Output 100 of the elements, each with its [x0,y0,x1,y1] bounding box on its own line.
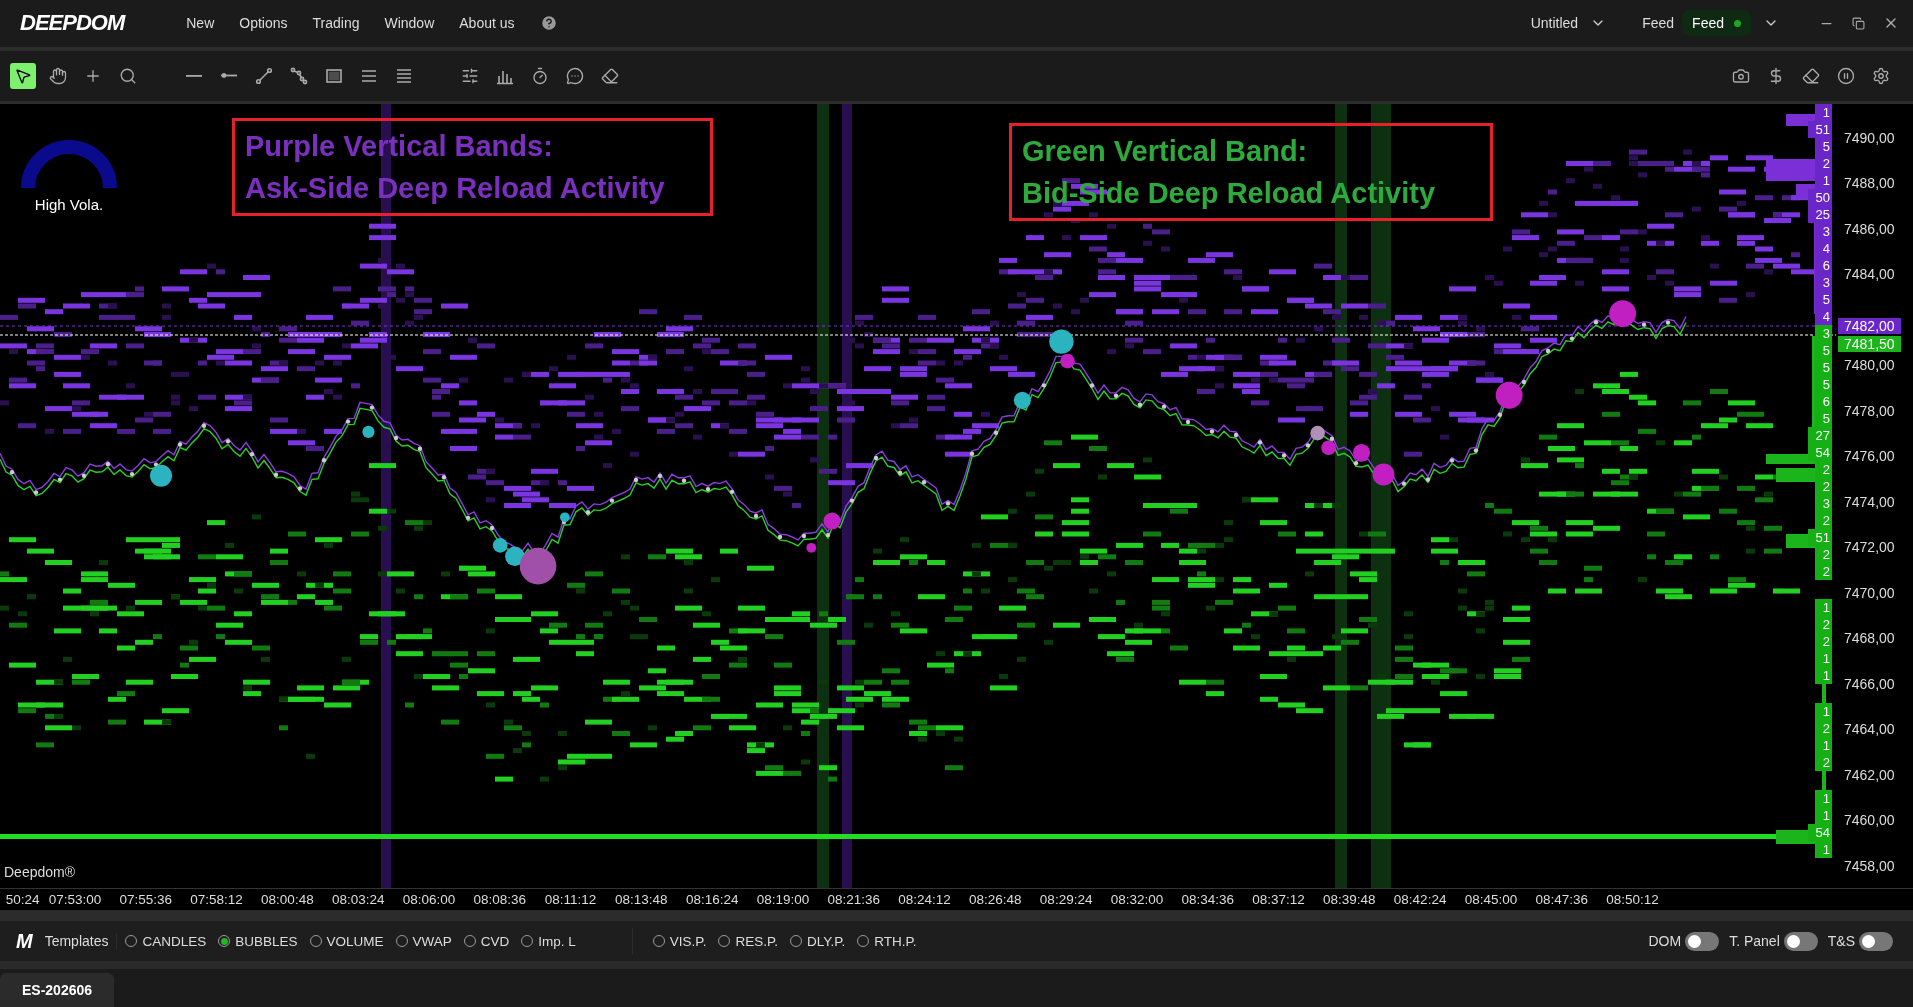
time-label: 08:42:24 [1392,891,1448,907]
volatility-gauge-icon [21,139,117,188]
time-label: 08:50:12 [1605,891,1660,907]
menu-item[interactable]: Window [384,15,435,32]
price-label: 7486,00 [1844,220,1895,237]
time-label: 08:29:24 [1038,891,1094,907]
trend-line-icon [255,66,273,85]
app-logo: DEEPDOM [20,10,125,37]
trade-bubble [1310,425,1325,440]
path-tool-icon [290,66,308,85]
radio-option[interactable]: CANDLES [125,933,207,949]
restore-icon[interactable] [1852,16,1865,30]
price-label: 7478,00 [1844,402,1895,419]
radio-option[interactable]: DLY.P. [789,933,846,949]
help-icon[interactable] [539,14,558,33]
radio-option[interactable]: Imp. L [521,933,576,949]
trade-bubble [806,542,817,553]
price-label: 7462,00 [1844,766,1895,783]
trade-bubble [1013,391,1031,409]
toggle-switch[interactable] [1859,931,1893,951]
tab[interactable]: ES-202606 [0,973,114,1007]
toggle-label: T&S [1827,933,1855,950]
time-label: 08:08:36 [472,891,528,907]
bid-price-badge: 7481,50 [1838,335,1901,352]
trade-bubble [1609,299,1637,327]
horizontal-line-icon [186,74,202,77]
menu-item[interactable]: New [186,15,215,32]
time-label: 08:19:00 [755,891,811,907]
radio-option[interactable]: RES.P. [718,933,778,949]
search-icon [119,66,137,85]
menu-item[interactable]: About us [459,15,515,32]
price-label: 7484,00 [1844,266,1895,282]
time-label: 07:58:12 [189,891,244,907]
comment-icon [566,66,584,85]
eraser-icon [1802,66,1820,85]
price-label: 7472,00 [1844,539,1895,555]
toggle-label: T. Panel [1729,933,1780,950]
price-label: 7460,00 [1844,812,1895,828]
radio-option[interactable]: VWAP [395,933,452,949]
time-label: 08:45:00 [1463,891,1519,907]
ladder-size: 1 [1814,702,1832,720]
price-label: 7470,00 [1844,584,1895,601]
time-label: 08:00:48 [260,891,315,907]
time-label: 08:26:48 [968,891,1023,907]
ladder-size: 27 [1807,426,1832,444]
time-label: 08:21:36 [826,891,882,907]
templates-label[interactable]: Templates [44,933,118,950]
time-label: 50:24 [4,891,40,907]
price-label: 7466,00 [1844,675,1895,692]
time-label: 08:39:48 [1322,891,1377,907]
menu-item[interactable]: Trading [312,15,360,32]
annotation-text: Purple Vertical Bands: [245,128,554,164]
rectangle-icon [325,66,343,85]
radio-option[interactable]: RTH.P. [857,933,917,949]
ask-price-badge: 7482,00 [1838,317,1901,334]
menu-item[interactable]: Options [239,15,288,32]
price-label: 7480,00 [1844,357,1895,373]
hand-icon [49,66,67,85]
settings-icon [1872,66,1890,85]
ladder-size: 1 [1814,789,1832,807]
eraser-icon [601,66,619,85]
time-label: 07:53:00 [47,891,103,907]
time-label: 07:55:36 [118,891,174,907]
camera-icon [1732,66,1750,85]
ray-icon [221,73,237,79]
feed-label: Feed [1642,15,1675,32]
radio-option[interactable]: VOLUME [309,933,384,949]
toggle-label: DOM [1648,933,1682,950]
time-label: 08:03:24 [330,891,386,907]
trade-bubble [1372,463,1395,486]
radio-option[interactable]: BUBBLES [218,933,298,949]
trade-bubble [492,537,508,553]
price-label: 7490,00 [1844,129,1895,146]
sliders-icon [461,66,479,85]
time-label: 08:32:00 [1109,891,1165,907]
time-label: 08:34:36 [1180,891,1235,907]
trade-bubble [362,425,375,438]
feed-status[interactable]: Feed [1682,10,1751,37]
price-label: 7468,00 [1844,630,1895,646]
annotation-text: Bid-Side Deep Reload Activity [1022,175,1437,211]
tool-button[interactable] [10,62,36,89]
pause-icon [1837,66,1855,85]
ladder-size: 1 [1814,598,1832,616]
stopwatch-icon [531,66,549,85]
workspace-name[interactable]: Untitled [1530,15,1579,32]
trade-bubble [1321,439,1336,455]
trade-bubble [1353,443,1371,461]
trade-bubble [1495,381,1523,409]
price-label: 7488,00 [1844,175,1895,191]
toggle-switch[interactable] [1783,931,1818,951]
price-label: 7464,00 [1844,721,1895,737]
radio-option[interactable]: CVD [463,933,510,949]
price-label: 7474,00 [1844,493,1895,510]
annotation-text: Green Vertical Band: [1022,133,1309,169]
pointer-icon [14,66,32,85]
time-label: 08:13:48 [614,891,669,907]
toggle-switch[interactable] [1685,931,1720,951]
time-label: 08:11:12 [543,891,598,907]
radio-option[interactable]: VIS.P. [652,933,707,949]
time-label: 08:16:24 [684,891,740,907]
